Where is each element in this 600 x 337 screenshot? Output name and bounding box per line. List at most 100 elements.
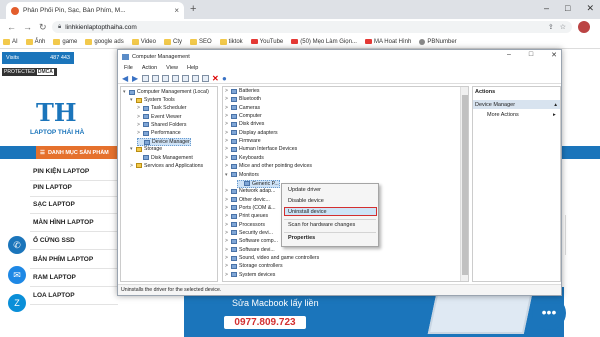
expand-icon[interactable]: > bbox=[225, 255, 229, 261]
bookmark-item[interactable]: game bbox=[53, 38, 77, 45]
device-category[interactable]: > Keyboards bbox=[225, 155, 264, 161]
expand-icon[interactable]: > bbox=[137, 114, 141, 120]
cm-minimize-icon[interactable]: – bbox=[507, 51, 511, 59]
expand-icon[interactable]: > bbox=[225, 96, 229, 102]
dmca-badge[interactable]: PROTECTED DMCA bbox=[2, 68, 57, 76]
site-logo[interactable]: TH bbox=[36, 98, 77, 127]
expand-icon[interactable]: > bbox=[225, 247, 229, 253]
device-list-scrollbar[interactable] bbox=[460, 87, 468, 281]
scrollbar-thumb[interactable] bbox=[462, 95, 468, 275]
update-driver-icon[interactable] bbox=[202, 74, 209, 82]
category-item[interactable]: BẢN PHÍM LAPTOP bbox=[33, 256, 93, 263]
bookmark-item[interactable]: SEO bbox=[189, 38, 212, 45]
back-icon[interactable]: ← bbox=[7, 22, 16, 32]
device-category[interactable]: > Storage controllers bbox=[225, 263, 283, 269]
expand-icon[interactable]: > bbox=[225, 238, 229, 244]
bookmark-item[interactable]: YouTube bbox=[250, 39, 283, 45]
close-tab-icon[interactable]: × bbox=[174, 6, 179, 15]
cm-menu-view[interactable]: View bbox=[166, 65, 178, 71]
chat-icon[interactable]: ••• bbox=[532, 296, 566, 330]
reload-icon[interactable]: ↻ bbox=[39, 22, 47, 33]
back-icon[interactable]: ◀ bbox=[122, 74, 129, 82]
expand-icon[interactable]: ▾ bbox=[123, 89, 127, 95]
tree-item[interactable]: ▾ Computer Management (Local) bbox=[123, 89, 209, 95]
enable-icon[interactable]: ● bbox=[222, 74, 229, 82]
tree-item[interactable]: ▾ System Tools bbox=[130, 97, 175, 103]
expand-icon[interactable]: ▾ bbox=[130, 146, 134, 152]
cm-menu-help[interactable]: Help bbox=[187, 65, 198, 71]
device-category[interactable]: > Firmware bbox=[225, 138, 261, 144]
cm-menu-action[interactable]: Action bbox=[142, 65, 157, 71]
device-category[interactable]: > Security devi... bbox=[225, 230, 273, 236]
computer-icon[interactable] bbox=[192, 74, 199, 82]
cm-close-icon[interactable]: ✕ bbox=[551, 51, 557, 59]
device-category[interactable]: > Other devic... bbox=[225, 197, 270, 203]
zalo-icon[interactable]: Z bbox=[8, 294, 26, 312]
device-category[interactable]: > Human Interface Devices bbox=[225, 146, 297, 152]
expand-icon[interactable]: ▾ bbox=[130, 97, 134, 103]
device-category[interactable]: > Cameras bbox=[225, 105, 260, 111]
share-icon[interactable]: ⇪ bbox=[548, 23, 554, 31]
tree-item[interactable]: > Task Scheduler bbox=[137, 105, 186, 111]
up-folder-icon[interactable] bbox=[142, 74, 149, 82]
new-tab-icon[interactable]: + bbox=[190, 3, 196, 15]
category-item[interactable]: SẠC LAPTOP bbox=[33, 201, 75, 208]
menu-item-properties[interactable]: Properties bbox=[288, 235, 315, 241]
expand-icon[interactable]: > bbox=[225, 88, 229, 94]
device-category[interactable]: > Print queues bbox=[225, 213, 268, 219]
cm-menu-file[interactable]: File bbox=[124, 65, 133, 71]
cm-tree-pane[interactable]: ▾ Computer Management (Local) ▾ System Tool… bbox=[120, 86, 218, 282]
properties-icon[interactable] bbox=[162, 74, 169, 82]
star-icon[interactable]: ☆ bbox=[560, 23, 566, 31]
expand-icon[interactable]: > bbox=[225, 113, 229, 119]
bookmark-item[interactable]: AI bbox=[3, 38, 18, 45]
tree-item[interactable]: > Performance bbox=[137, 130, 181, 136]
expand-icon[interactable]: ▾ bbox=[225, 172, 229, 178]
expand-icon[interactable]: > bbox=[137, 122, 141, 128]
expand-icon[interactable]: > bbox=[137, 105, 141, 111]
bookmark-item[interactable]: google ads bbox=[85, 38, 124, 45]
forward-icon[interactable]: ▶ bbox=[132, 74, 139, 82]
device-category[interactable]: > Network adap... bbox=[225, 188, 275, 194]
bookmark-item[interactable]: Ảnh bbox=[25, 38, 45, 45]
forward-icon[interactable]: → bbox=[23, 22, 32, 32]
menu-item-update-driver[interactable]: Update driver bbox=[288, 187, 321, 193]
expand-icon[interactable]: > bbox=[225, 155, 229, 161]
category-menu-button[interactable]: ☰ DANH MỤC SẢN PHẨM bbox=[36, 146, 120, 159]
device-category[interactable]: > Software devi... bbox=[225, 247, 275, 253]
category-item[interactable]: LOA LAPTOP bbox=[33, 292, 75, 299]
cm-maximize-icon[interactable]: □ bbox=[529, 51, 533, 59]
expand-icon[interactable]: > bbox=[225, 263, 229, 269]
expand-icon[interactable]: > bbox=[225, 272, 229, 278]
expand-icon[interactable]: > bbox=[225, 188, 229, 194]
bookmark-item[interactable]: (50) Mẹo Làm Giọn... bbox=[291, 39, 357, 45]
tree-item[interactable]: > Event Viewer bbox=[137, 114, 181, 120]
expand-icon[interactable]: > bbox=[225, 163, 229, 169]
bookmark-item[interactable]: Cty bbox=[163, 38, 182, 45]
tree-item[interactable]: Device Manager bbox=[137, 138, 191, 147]
device-category[interactable]: > Bluetooth bbox=[225, 96, 261, 102]
messenger-icon[interactable]: ✉ bbox=[8, 266, 26, 284]
expand-icon[interactable]: > bbox=[225, 146, 229, 152]
device-category[interactable]: > Ports (COM &... bbox=[225, 205, 276, 211]
menu-item-uninstall-device[interactable]: Uninstall device bbox=[288, 209, 327, 215]
category-item[interactable]: MÀN HÌNH LAPTOP bbox=[33, 219, 94, 226]
category-item[interactable]: PIN KIỆN LAPTOP bbox=[33, 168, 89, 175]
bookmark-item[interactable]: MA Hoat Hình bbox=[364, 39, 411, 45]
expand-icon[interactable]: > bbox=[225, 213, 229, 219]
expand-icon[interactable]: > bbox=[130, 163, 134, 169]
device-category[interactable]: > Mice and other pointing devices bbox=[225, 163, 312, 169]
expand-icon[interactable]: > bbox=[137, 130, 141, 136]
close-icon[interactable]: ✕ bbox=[586, 3, 594, 14]
browser-tab[interactable]: Phân Phối Pin, Sạc, Bàn Phím, M... × bbox=[6, 2, 184, 19]
more-actions[interactable]: More Actions bbox=[487, 112, 519, 118]
device-category[interactable]: > Processors bbox=[225, 222, 265, 228]
device-category[interactable]: > System devices bbox=[225, 272, 275, 278]
promo-phone[interactable]: 0977.809.723 bbox=[224, 316, 306, 329]
expand-icon[interactable]: > bbox=[225, 222, 229, 228]
avatar[interactable] bbox=[578, 21, 590, 33]
view-icon[interactable] bbox=[182, 74, 189, 82]
tree-item[interactable]: Disk Management bbox=[137, 155, 193, 161]
expand-icon[interactable]: > bbox=[225, 105, 229, 111]
actions-device-manager[interactable]: Device Manager ▴ bbox=[473, 100, 560, 109]
